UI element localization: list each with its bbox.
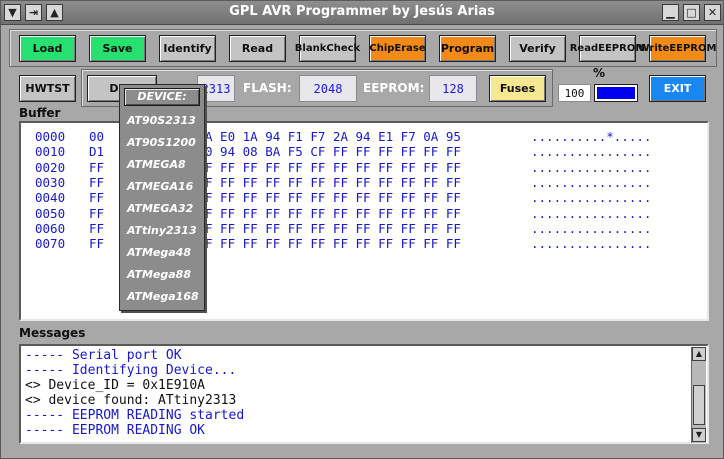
buffer-row-bytes-right: A E0 1A 94 F1 F7 2A 94 E1 F7 0A 95	[205, 129, 461, 144]
buffer-row-address: 0040	[35, 190, 66, 206]
eeprom-value: 128	[429, 75, 477, 102]
read-button[interactable]: Read	[229, 35, 286, 62]
fuses-button[interactable]: Fuses	[489, 75, 546, 102]
device-menu-item[interactable]: AT90S1200	[127, 136, 196, 149]
buffer-row-bytes-left: 00	[89, 129, 105, 144]
buffer-row-bytes-right: F FF FF FF FF FF FF FF FF FF FF FF	[205, 220, 461, 236]
window-title: GPL AVR Programmer by Jesús Arias	[229, 4, 495, 19]
buffer-row-address: 0020	[35, 159, 66, 175]
message-line: <> device found: ATtiny2313	[25, 393, 237, 408]
buffer-row-bytes-right: F FF FF FF FF FF FF FF FF FF FF FF	[205, 190, 461, 206]
message-line: ----- EEPROM READING started	[25, 408, 245, 423]
scroll-down-icon[interactable]: ▼	[692, 428, 706, 442]
device-dropdown[interactable]: DEVICE: AT90S2313 AT90S1200 ATMEGA8 ATMEGA1…	[119, 84, 205, 311]
chip-erase-button[interactable]: Chip Erase	[369, 35, 426, 62]
scroll-up-icon[interactable]: ▲	[692, 347, 706, 361]
buffer-row-bytes-right: 0 94 08 BA F5 CF FF FF FF FF FF FF	[205, 144, 461, 160]
device-menu-item[interactable]: AT90S2313	[127, 114, 196, 127]
messages-view[interactable]: ▲ ▼ ----- Serial port OK ----- Identifyin…	[19, 344, 709, 444]
blank-check-button[interactable]: Blank Check	[295, 35, 360, 62]
device-menu-item[interactable]: ATMega88	[127, 268, 191, 281]
buffer-row-bytes-left: D1	[89, 144, 105, 160]
buffer-label: Buffer	[19, 106, 61, 120]
message-line: <> Device_ID = 0x1E910A	[25, 378, 206, 393]
buffer-row-bytes-left: FF	[89, 174, 105, 190]
flash-value: 2048	[299, 75, 357, 102]
buffer-row-bytes-right: F FF FF FF FF FF FF FF FF FF FF FF	[205, 159, 461, 175]
title-bar[interactable]: ▼ ⇥ ▲ GPL AVR Programmer by Jesús Arias …	[1, 1, 723, 25]
buffer-row-address: 0000	[35, 129, 66, 144]
load-button[interactable]: Load	[19, 35, 76, 62]
buffer-row-address: 0050	[35, 205, 66, 221]
buffer-row-ascii: ................	[531, 174, 652, 190]
buffer-row-ascii: ..........*.....	[531, 129, 652, 144]
buffer-row-bytes-right: F FF FF FF FF FF FF FF FF FF FF FF	[205, 205, 461, 221]
buffer-row-ascii: ................	[531, 190, 652, 206]
maximize-icon[interactable]: □	[683, 4, 700, 21]
app-window: ▼ ⇥ ▲ GPL AVR Programmer by Jesús Arias …	[0, 0, 724, 459]
save-button[interactable]: Save	[89, 35, 146, 62]
progress-bar	[594, 84, 638, 102]
buffer-row-ascii: ................	[531, 205, 652, 221]
device-menu-item[interactable]: ATMega168	[127, 290, 199, 303]
buffer-row-ascii: ................	[531, 144, 652, 160]
buffer-row-address: 0030	[35, 174, 66, 190]
identify-button[interactable]: Identify	[159, 35, 216, 62]
progress-fill	[597, 87, 635, 99]
message-line: ----- Serial port OK	[25, 348, 182, 363]
message-line: ----- Identifying Device...	[25, 363, 237, 378]
write-eeprom-button[interactable]: Write EEPROM	[639, 35, 716, 62]
device-menu-item[interactable]: ATMEGA32	[127, 202, 193, 215]
eeprom-label: EEPROM:	[363, 81, 425, 95]
device-menu-item[interactable]: ATMega48	[127, 246, 191, 259]
buffer-row-ascii: ................	[531, 159, 652, 175]
hwtst-button[interactable]: HWTST	[19, 75, 76, 102]
buffer-row-bytes-left: FF	[89, 205, 105, 221]
device-menu-item[interactable]: ATMEGA16	[127, 180, 193, 193]
flash-label: FLASH:	[243, 81, 292, 95]
buffer-row-bytes-left: FF	[89, 220, 105, 236]
buffer-row-address: 0010	[35, 144, 66, 160]
messages-label: Messages	[19, 326, 86, 340]
device-menu-item[interactable]: ATtiny2313	[127, 224, 197, 237]
exit-button[interactable]: EXIT	[649, 75, 706, 102]
close-icon[interactable]: ✕	[704, 4, 721, 21]
minimize-icon[interactable]: ▁	[662, 4, 679, 21]
buffer-row-bytes-left: FF	[89, 236, 105, 252]
scroll-thumb[interactable]	[693, 385, 705, 425]
buffer-row-bytes-left: FF	[89, 190, 105, 206]
verify-button[interactable]: Verify	[509, 35, 566, 62]
device-menu-item[interactable]: ATMEGA8	[127, 158, 186, 171]
read-eeprom-button[interactable]: Read EEPROM	[570, 35, 645, 62]
buffer-row-bytes-right: F FF FF FF FF FF FF FF FF FF FF FF	[205, 174, 461, 190]
messages-scrollbar[interactable]: ▲ ▼	[691, 347, 706, 443]
percent-label: %	[593, 66, 606, 80]
buffer-row-ascii: ................	[531, 220, 652, 236]
buffer-row-bytes-right: F FF FF FF FF FF FF FF FF FF FF FF	[205, 236, 461, 252]
buffer-row-ascii: ................	[531, 236, 652, 252]
device-menu-header: DEVICE:	[124, 88, 200, 106]
percent-value: 100	[558, 84, 591, 102]
buffer-row-address: 0070	[35, 236, 66, 252]
buffer-row-bytes-left: FF	[89, 159, 105, 175]
buffer-row-address: 0060	[35, 220, 66, 236]
program-button[interactable]: Program	[439, 35, 496, 62]
message-line: ----- EEPROM READING OK	[25, 423, 206, 438]
